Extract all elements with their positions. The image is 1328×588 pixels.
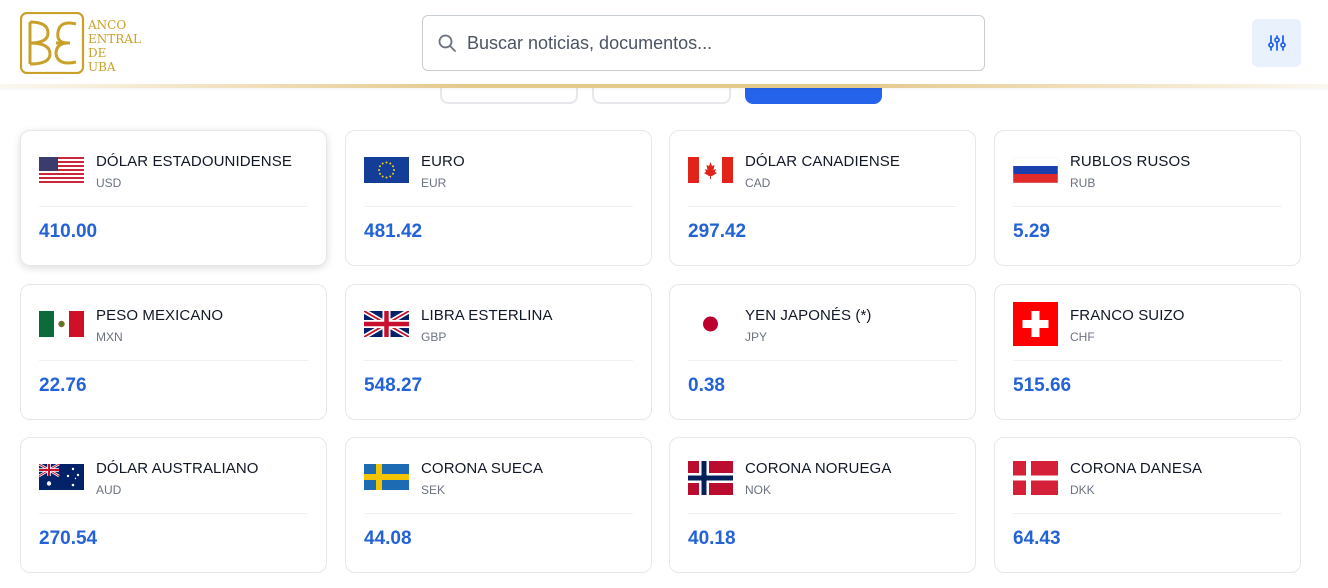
currency-name: CORONA NORUEGA <box>745 460 892 477</box>
exchange-rate: 481.42 <box>364 221 423 242</box>
currency-name: DÓLAR AUSTRALIANO <box>96 460 259 477</box>
currency-name: FRANCO SUIZO <box>1070 307 1185 324</box>
exchange-rate: 0.38 <box>688 375 725 396</box>
currency-code: RUB <box>1070 176 1096 190</box>
currency-code: MXN <box>96 330 123 344</box>
norway-flag-icon <box>688 461 733 495</box>
currency-card-cad[interactable]: DÓLAR CANADIENSE CAD 297.42 <box>669 130 976 266</box>
currency-code: SEK <box>421 483 446 497</box>
exchange-rate: 5.29 <box>1013 221 1050 242</box>
exchange-rate: 270.54 <box>39 528 98 549</box>
us-flag-icon <box>39 157 84 183</box>
exchange-rate: 515.66 <box>1013 375 1072 396</box>
denmark-flag-icon <box>1013 461 1058 495</box>
exchange-rate: 548.27 <box>364 375 423 396</box>
currency-card-gbp[interactable]: LIBRA ESTERLINA GBP 548.27 <box>345 284 652 420</box>
bcc-logo[interactable]: ANCO ENTRAL DE UBA <box>19 11 160 75</box>
currency-card-dkk[interactable]: CORONA DANESA DKK 64.43 <box>994 437 1301 573</box>
currency-card-rub[interactable]: RUBLOS RUSOS RUB 5.29 <box>994 130 1301 266</box>
currency-card-eur[interactable]: EURO EUR 481.42 <box>345 130 652 266</box>
search-input[interactable] <box>467 32 947 54</box>
currency-code: AUD <box>96 483 122 497</box>
filter-button[interactable] <box>1252 19 1301 67</box>
exchange-rate: 410.00 <box>39 221 98 242</box>
currency-name: PESO MEXICANO <box>96 307 224 324</box>
currency-card-aud[interactable]: DÓLAR AUSTRALIANO AUD 270.54 <box>20 437 327 573</box>
currency-card-usd[interactable]: DÓLAR ESTADOUNIDENSE USD 410.00 <box>20 130 327 266</box>
card-divider <box>364 206 633 207</box>
card-divider <box>1013 360 1282 361</box>
card-divider <box>1013 206 1282 207</box>
currency-code: EUR <box>421 176 447 190</box>
logo-text: ANCO ENTRAL DE UBA <box>88 18 141 74</box>
currency-code: NOK <box>745 483 772 497</box>
russia-flag-icon <box>1013 157 1058 183</box>
sliders-icon <box>1267 35 1286 51</box>
card-divider <box>39 360 308 361</box>
currency-card-jpy[interactable]: YEN JAPONÉS (*) JPY 0.38 <box>669 284 976 420</box>
currency-name: CORONA SUECA <box>421 460 544 477</box>
currency-name: CORONA DANESA <box>1070 460 1203 477</box>
currency-code: GBP <box>421 330 447 344</box>
currency-code: DKK <box>1070 483 1095 497</box>
uk-flag-icon <box>364 311 409 337</box>
currency-card-sek[interactable]: CORONA SUECA SEK 44.08 <box>345 437 652 573</box>
bcc-monogram-icon <box>19 11 85 75</box>
exchange-rate: 64.43 <box>1013 528 1061 549</box>
currency-card-nok[interactable]: CORONA NORUEGA NOK 40.18 <box>669 437 976 573</box>
currency-name: DÓLAR CANADIENSE <box>745 153 900 170</box>
currency-code: CAD <box>745 176 771 190</box>
exchange-rate: 44.08 <box>364 528 412 549</box>
currency-card-mxn[interactable]: PESO MEXICANO MXN 22.76 <box>20 284 327 420</box>
exchange-rate: 22.76 <box>39 375 87 396</box>
currency-name: LIBRA ESTERLINA <box>421 307 553 324</box>
switzerland-flag-icon <box>1013 302 1058 346</box>
header-gold-divider <box>0 84 1328 88</box>
card-divider <box>364 513 633 514</box>
mexico-flag-icon <box>39 311 84 337</box>
exchange-rate: 297.42 <box>688 221 747 242</box>
card-divider <box>39 206 308 207</box>
card-divider <box>39 513 308 514</box>
card-divider <box>688 513 957 514</box>
canada-flag-icon <box>688 157 733 183</box>
currency-code: JPY <box>745 330 768 344</box>
sweden-flag-icon <box>364 464 409 490</box>
currency-name: EURO <box>421 153 465 170</box>
australia-flag-icon <box>39 464 84 490</box>
currency-code: USD <box>96 176 122 190</box>
card-divider <box>364 360 633 361</box>
card-divider <box>688 360 957 361</box>
search-icon <box>438 34 456 52</box>
card-divider <box>1013 513 1282 514</box>
currency-name: YEN JAPONÉS (*) <box>745 307 872 324</box>
site-header: ANCO ENTRAL DE UBA <box>0 0 1328 88</box>
currency-name: DÓLAR ESTADOUNIDENSE <box>96 153 292 170</box>
search-box[interactable] <box>422 15 985 71</box>
card-divider <box>688 206 957 207</box>
japan-flag-icon <box>688 311 733 337</box>
currency-card-chf[interactable]: FRANCO SUIZO CHF 515.66 <box>994 284 1301 420</box>
eu-flag-icon <box>364 157 409 183</box>
exchange-rate: 40.18 <box>688 528 736 549</box>
currency-code: CHF <box>1070 330 1095 344</box>
currency-name: RUBLOS RUSOS <box>1070 153 1191 170</box>
